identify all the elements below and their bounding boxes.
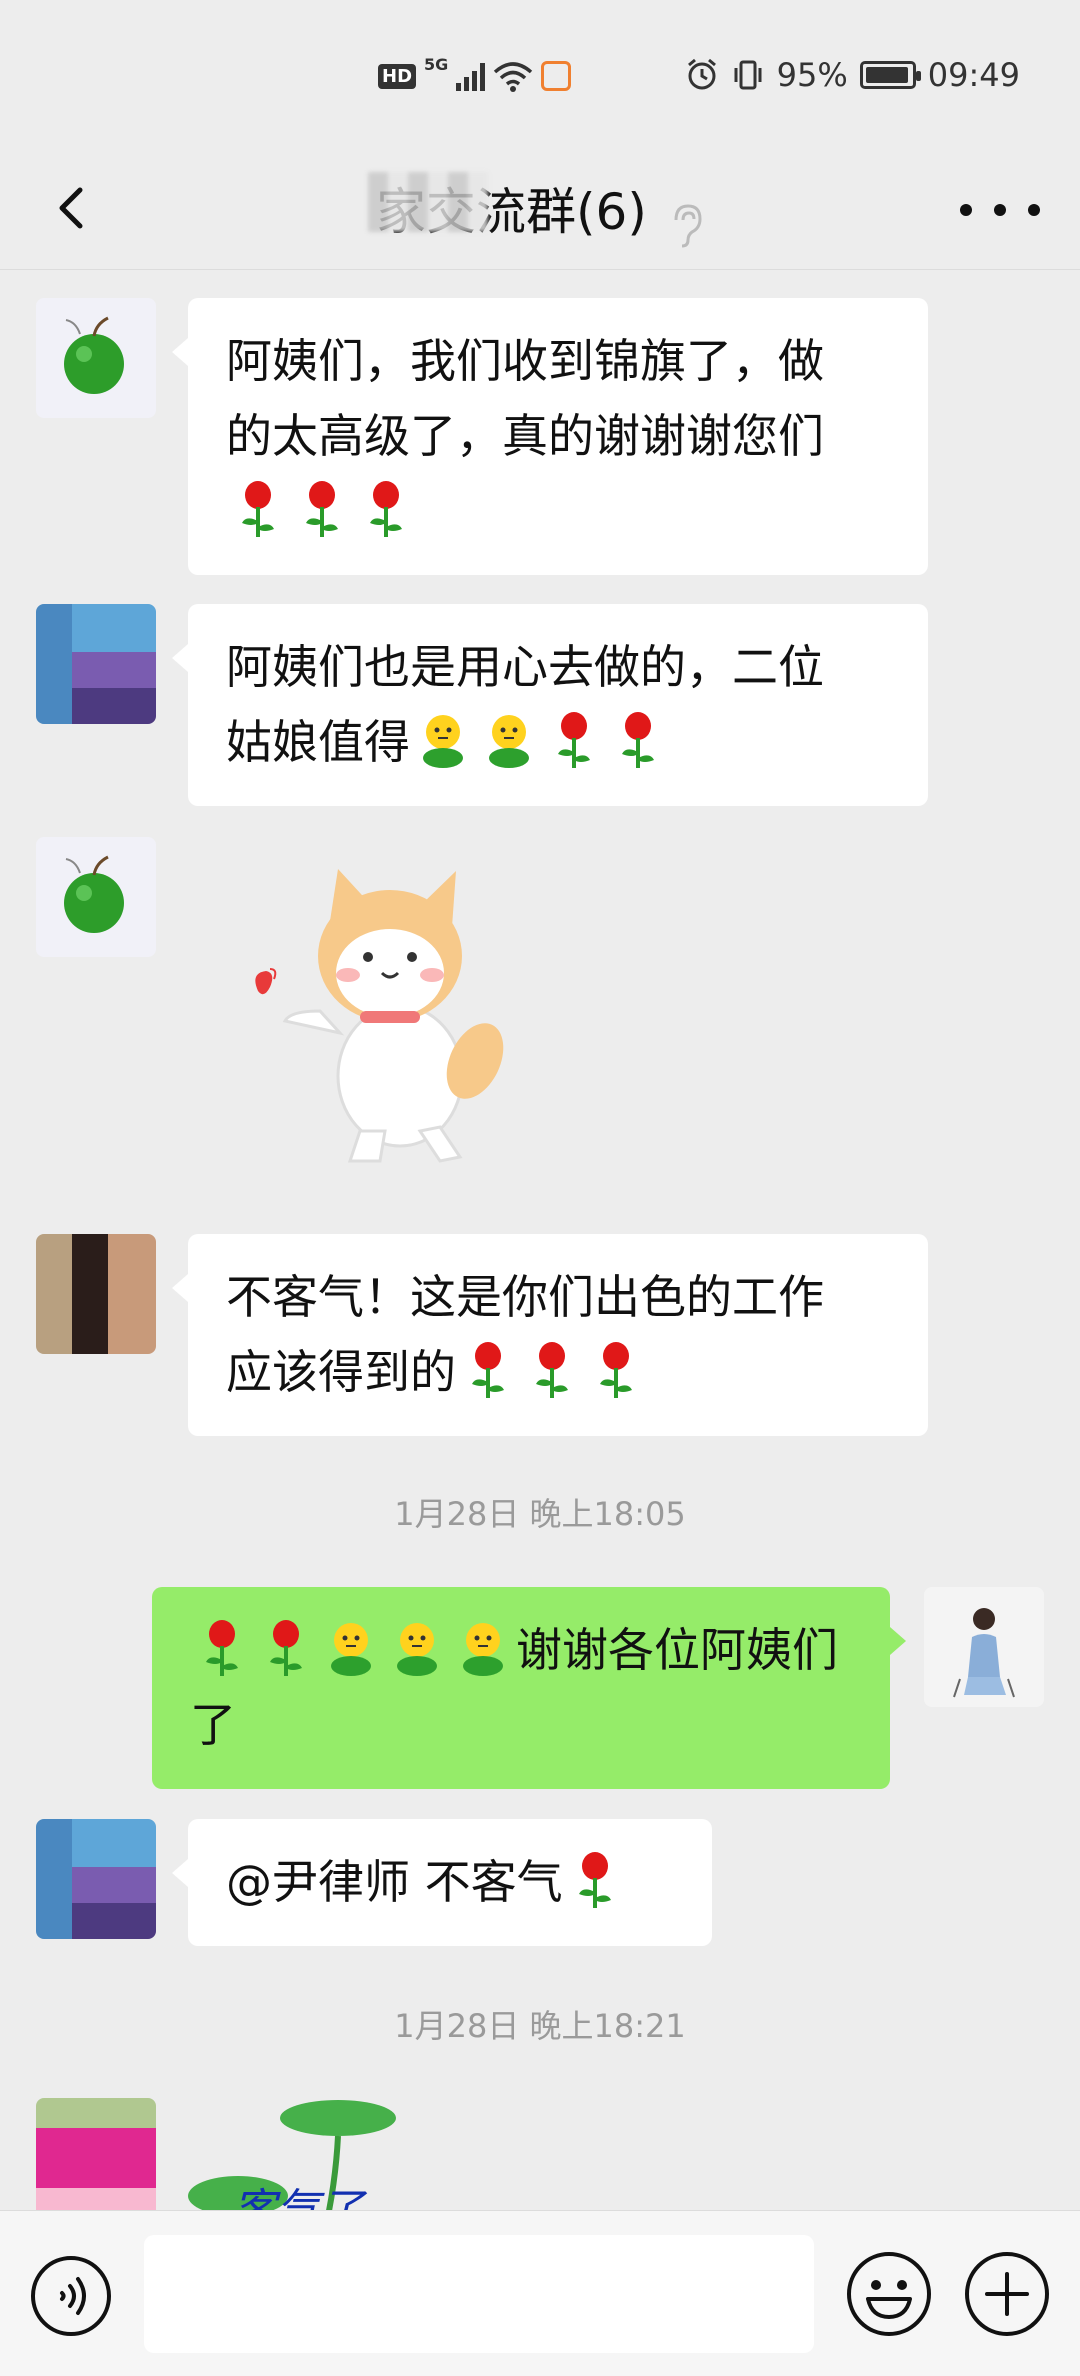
message-text-line: 谢谢各位阿姨们 bbox=[190, 1613, 852, 1688]
avatar[interactable] bbox=[36, 1234, 156, 1354]
message-text-line: 阿姨们，我们收到锦旗了，做 bbox=[226, 334, 824, 388]
message-text-line: 应该得到的 bbox=[226, 1335, 890, 1410]
avatar[interactable] bbox=[36, 2098, 156, 2211]
dot bbox=[1028, 204, 1040, 216]
message-bubble[interactable]: 阿姨们，我们收到锦旗了，做 的太高级了，真的谢谢谢您们 bbox=[172, 298, 928, 575]
rose-emoji-icon bbox=[472, 1342, 504, 1398]
apple-avatar-icon bbox=[64, 855, 124, 933]
more-button[interactable] bbox=[960, 190, 1040, 230]
status-bar: HD 5G 95% 09:49 bbox=[0, 0, 1080, 150]
message-text: 应该得到的 bbox=[226, 1345, 456, 1399]
rose-emoji-icon bbox=[600, 1342, 632, 1398]
wifi-icon bbox=[494, 62, 533, 92]
signal-icon bbox=[456, 61, 486, 91]
rose-emoji-icon bbox=[370, 481, 402, 537]
message-bubble[interactable]: 不客气！这是你们出色的工作 应该得到的 bbox=[172, 1234, 928, 1436]
face-emoji-icon bbox=[331, 1623, 371, 1676]
rose-emoji-icon bbox=[306, 481, 338, 537]
rose-emoji-icon bbox=[270, 1620, 302, 1676]
title-wrap: 家交流群(6) bbox=[0, 172, 1080, 248]
rose-emoji-icon bbox=[558, 712, 590, 768]
status-left: HD 5G bbox=[378, 55, 572, 92]
person-avatar-icon bbox=[924, 1587, 1044, 1707]
avatar[interactable] bbox=[36, 1819, 156, 1939]
chat-message-list[interactable]: 阿姨们，我们收到锦旗了，做 的太高级了，真的谢谢谢您们 阿姨们也是用心去做的，二… bbox=[0, 271, 1080, 2211]
message-text-line: 的太高级了，真的谢谢谢您们 bbox=[226, 409, 824, 463]
message-text: 谢谢各位阿姨们 bbox=[516, 1623, 838, 1677]
plus-icon[interactable] bbox=[962, 2249, 1052, 2339]
clock: 09:49 bbox=[927, 56, 1020, 94]
hd-badge: HD bbox=[378, 63, 417, 89]
avatar[interactable] bbox=[36, 604, 156, 724]
shiba-dog-heart-sticker[interactable] bbox=[230, 861, 550, 1171]
message-bubble[interactable]: @尹律师 不客气 bbox=[172, 1819, 712, 1946]
input-bar bbox=[0, 2210, 1080, 2376]
lotus-leaf-sticker[interactable]: 客气了 bbox=[188, 2096, 428, 2211]
my-message-bubble[interactable]: 谢谢各位阿姨们 了 bbox=[152, 1587, 906, 1789]
battery-icon bbox=[859, 61, 921, 89]
timestamp: 1月28日 晚上18:21 bbox=[394, 2007, 686, 2045]
apple-avatar-icon bbox=[64, 316, 124, 394]
redaction-mosaic bbox=[368, 172, 489, 232]
avatar[interactable] bbox=[36, 298, 156, 418]
emoji-icon[interactable] bbox=[844, 2249, 934, 2339]
message-bubble[interactable]: 阿姨们也是用心去做的，二位 姑娘值得 bbox=[172, 604, 928, 806]
battery-percent: 95% bbox=[776, 56, 848, 94]
message-text-line: 姑娘值得 bbox=[226, 705, 890, 780]
rose-emoji-icon bbox=[622, 712, 654, 768]
dot bbox=[994, 204, 1006, 216]
rose-emoji-icon bbox=[242, 481, 274, 537]
rose-emoji-icon bbox=[578, 1852, 611, 1908]
message-text-line: @尹律师 不客气 bbox=[226, 1845, 674, 1920]
voice-icon[interactable] bbox=[28, 2253, 114, 2339]
message-input[interactable] bbox=[144, 2235, 814, 2353]
rose-emoji-icon bbox=[206, 1620, 238, 1676]
face-emoji-icon bbox=[423, 715, 463, 768]
app-notification-icon bbox=[541, 61, 572, 91]
message-text: 姑娘值得 bbox=[226, 715, 410, 769]
dot bbox=[960, 204, 972, 216]
message-text: @尹律师 不客气 bbox=[226, 1855, 563, 1909]
ear-icon bbox=[674, 203, 702, 247]
face-emoji-icon bbox=[397, 1623, 437, 1676]
my-avatar[interactable] bbox=[924, 1587, 1044, 1707]
timestamp: 1月28日 晚上18:05 bbox=[394, 1495, 686, 1533]
alarm-icon bbox=[687, 58, 716, 90]
message-text-line: 不客气！这是你们出色的工作 bbox=[226, 1270, 824, 1324]
message-text-line: 阿姨们也是用心去做的，二位 bbox=[226, 640, 824, 694]
face-emoji-icon bbox=[489, 715, 529, 768]
vibrate-icon bbox=[734, 60, 762, 90]
rose-emoji-icon bbox=[536, 1342, 568, 1398]
avatar[interactable] bbox=[36, 837, 156, 957]
chat-header: 家交流群(6) bbox=[0, 150, 1080, 270]
status-right: 95% 09:49 bbox=[685, 56, 1020, 94]
network-type: 5G bbox=[424, 54, 449, 74]
page-title[interactable]: 家交流群(6) bbox=[368, 172, 647, 244]
sticker-caption: 客气了 bbox=[232, 2185, 364, 2211]
message-text-line: 了 bbox=[190, 1698, 236, 1752]
emoji-line bbox=[226, 474, 890, 549]
face-emoji-icon bbox=[463, 1623, 503, 1676]
